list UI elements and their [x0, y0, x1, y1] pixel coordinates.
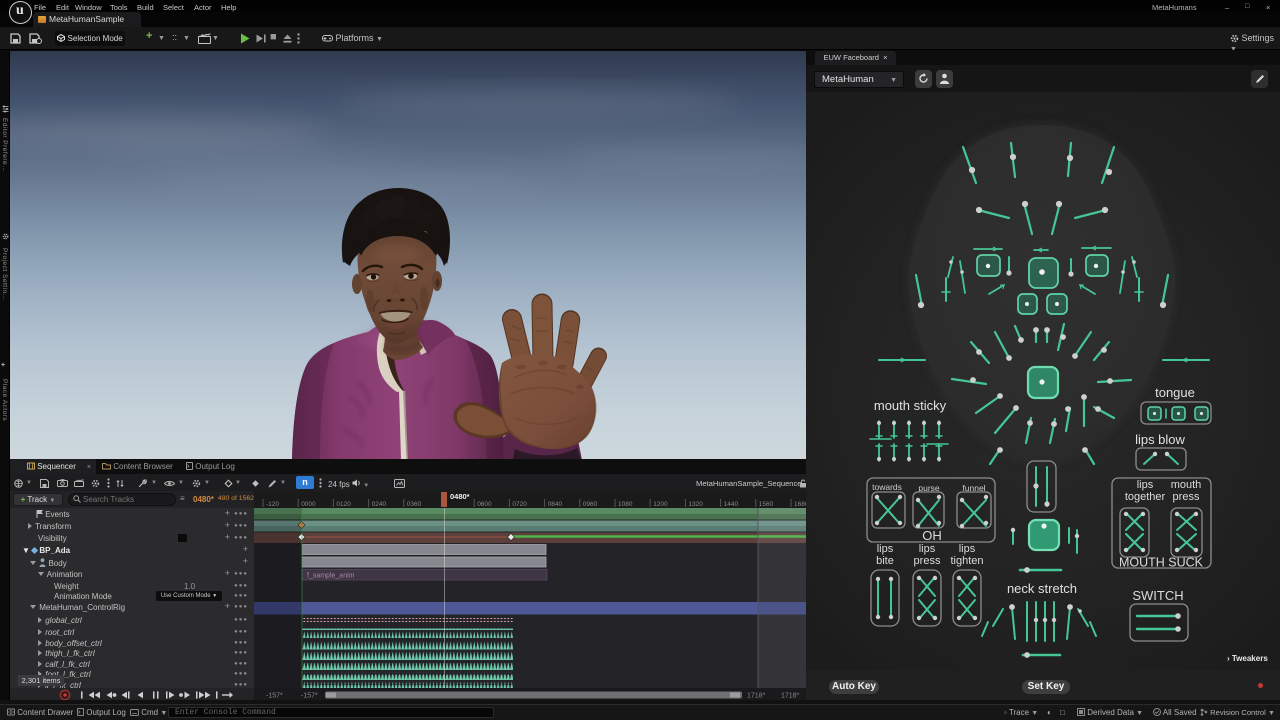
- svg-text:-157*: -157*: [266, 693, 283, 700]
- svg-text:mouth: mouth: [1171, 479, 1202, 491]
- svg-text:-157*: -157*: [301, 693, 318, 700]
- svg-text:together: together: [1125, 491, 1166, 503]
- svg-text:OH: OH: [922, 528, 942, 543]
- svg-text:lips blow: lips blow: [1135, 432, 1185, 447]
- svg-text:bite: bite: [876, 555, 894, 567]
- svg-text:1320: 1320: [688, 501, 703, 508]
- svg-text:1200: 1200: [653, 501, 668, 508]
- svg-text:0480*: 0480*: [450, 492, 470, 501]
- svg-text:1680: 1680: [794, 501, 806, 508]
- svg-text:SWITCH: SWITCH: [1132, 588, 1183, 603]
- svg-text:1718*: 1718*: [781, 693, 800, 700]
- svg-text:mouth sticky: mouth sticky: [874, 398, 947, 413]
- svg-text:0600: 0600: [477, 501, 492, 508]
- svg-text:0360: 0360: [407, 501, 422, 508]
- svg-text:0720: 0720: [512, 501, 527, 508]
- svg-text:1560: 1560: [759, 501, 774, 508]
- svg-text:0240: 0240: [372, 501, 387, 508]
- svg-text:press: press: [1173, 491, 1200, 503]
- svg-text:1440: 1440: [724, 501, 739, 508]
- svg-text:towards: towards: [872, 482, 902, 492]
- svg-text:0840: 0840: [548, 501, 563, 508]
- svg-text:lips: lips: [877, 543, 894, 555]
- svg-text:1080: 1080: [618, 501, 633, 508]
- svg-text:f_sample_anim: f_sample_anim: [307, 573, 355, 580]
- svg-text:neck stretch: neck stretch: [1007, 581, 1077, 596]
- svg-text:tighten: tighten: [950, 555, 983, 567]
- svg-text:0000: 0000: [301, 501, 316, 508]
- svg-text:press: press: [914, 555, 941, 567]
- svg-text:› Tweakers: › Tweakers: [1227, 654, 1268, 663]
- svg-text:-120: -120: [266, 501, 279, 508]
- svg-text:lips: lips: [919, 543, 936, 555]
- svg-text:lips: lips: [1137, 479, 1154, 491]
- svg-text:tongue: tongue: [1155, 385, 1195, 400]
- svg-text:0120: 0120: [336, 501, 351, 508]
- svg-text:lips: lips: [959, 543, 976, 555]
- svg-text:0960: 0960: [583, 501, 598, 508]
- svg-text:1718*: 1718*: [747, 693, 766, 700]
